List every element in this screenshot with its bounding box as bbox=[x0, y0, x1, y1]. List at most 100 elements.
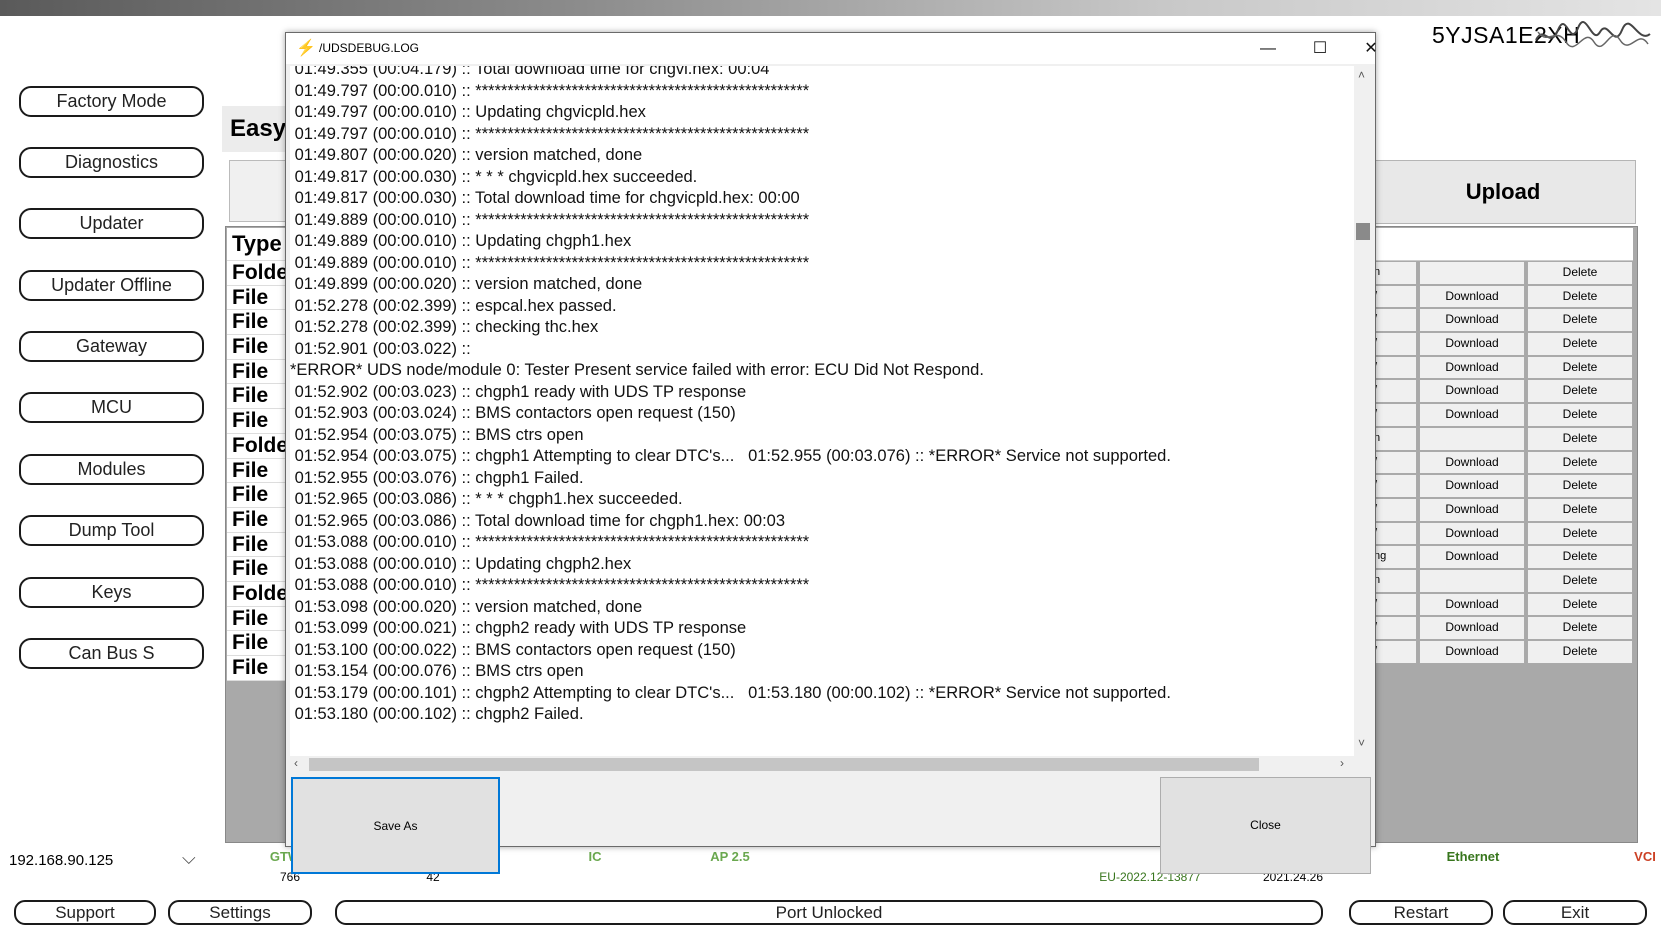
sidebar-item-factory-mode[interactable]: Factory Mode bbox=[19, 86, 204, 117]
port-status-button[interactable]: Port Unlocked bbox=[335, 900, 1323, 925]
chevron-down-icon[interactable]: ⌵ bbox=[182, 848, 196, 869]
log-textarea[interactable]: 01:49.355 (00:04.179) :: Total download … bbox=[290, 66, 1355, 756]
type-cell[interactable]: File bbox=[227, 532, 287, 558]
sidebar-item-dump-tool[interactable]: Dump Tool bbox=[19, 515, 204, 546]
type-cell[interactable]: File bbox=[227, 656, 287, 681]
download-button[interactable]: Download bbox=[1419, 474, 1525, 498]
status-cell: / bbox=[1373, 403, 1417, 427]
upload-button[interactable]: Upload bbox=[1370, 160, 1636, 224]
maximize-icon[interactable]: ☐ bbox=[1298, 37, 1342, 61]
status-cell: / bbox=[1373, 332, 1417, 356]
scroll-right-icon[interactable]: › bbox=[1340, 756, 1344, 770]
type-cell[interactable]: File bbox=[227, 384, 287, 410]
delete-button[interactable]: Delete bbox=[1527, 474, 1633, 498]
sidebar-item-diagnostics[interactable]: Diagnostics bbox=[19, 147, 204, 178]
log-line: 01:52.954 (00:03.075) :: BMS ctrs open bbox=[290, 425, 584, 444]
type-cell[interactable]: File bbox=[227, 631, 287, 656]
toolbar-button[interactable] bbox=[229, 160, 291, 222]
type-cell[interactable]: Folde bbox=[227, 581, 287, 607]
scroll-down-icon[interactable]: ˅ bbox=[1358, 736, 1365, 750]
log-line: 01:53.088 (00:00.010) :: ***************… bbox=[290, 576, 810, 594]
vertical-scrollbar[interactable]: ˄ ˅ bbox=[1354, 66, 1371, 756]
status-cell: n bbox=[1373, 261, 1417, 285]
action-columns: nDelete/DownloadDelete/DownloadDelete/Do… bbox=[1373, 228, 1633, 664]
support-button[interactable]: Support bbox=[14, 900, 156, 925]
delete-button[interactable]: Delete bbox=[1527, 592, 1633, 617]
type-column: Type Folde File File File File File File Folde F… bbox=[227, 228, 287, 681]
horizontal-scrollbar[interactable]: ‹ › bbox=[290, 756, 1354, 772]
delete-button[interactable]: Delete bbox=[1527, 616, 1633, 640]
sidebar-item-keys[interactable]: Keys bbox=[19, 577, 204, 608]
type-cell[interactable]: File bbox=[227, 507, 287, 533]
sidebar-item-mcu[interactable]: MCU bbox=[19, 392, 204, 423]
download-button[interactable]: Download bbox=[1419, 450, 1525, 475]
download-button[interactable]: Download bbox=[1419, 379, 1525, 404]
delete-button[interactable]: Delete bbox=[1527, 568, 1633, 593]
status-cell: / bbox=[1373, 284, 1417, 309]
sidebar-item-updater-offline[interactable]: Updater Offline bbox=[19, 270, 204, 301]
type-cell[interactable]: File bbox=[227, 606, 287, 632]
save-as-button[interactable]: Save As bbox=[291, 777, 500, 874]
type-cell[interactable]: File bbox=[227, 285, 287, 311]
delete-button[interactable]: Delete bbox=[1527, 497, 1633, 522]
ip-address-select[interactable]: 192.168.90.125 bbox=[9, 852, 113, 869]
exit-button[interactable]: Exit bbox=[1503, 900, 1647, 925]
download-button[interactable] bbox=[1419, 568, 1525, 593]
delete-button[interactable]: Delete bbox=[1527, 640, 1633, 664]
download-button[interactable]: Download bbox=[1419, 284, 1525, 309]
type-cell[interactable]: File bbox=[227, 335, 287, 360]
download-button[interactable] bbox=[1419, 426, 1525, 451]
close-button[interactable]: Close bbox=[1160, 777, 1371, 874]
delete-button[interactable]: Delete bbox=[1527, 284, 1633, 309]
type-cell[interactable]: File bbox=[227, 359, 287, 385]
delete-button[interactable]: Delete bbox=[1527, 261, 1633, 285]
download-button[interactable]: Download bbox=[1419, 592, 1525, 617]
delete-button[interactable]: Delete bbox=[1527, 308, 1633, 333]
delete-button[interactable]: Delete bbox=[1527, 521, 1633, 546]
type-cell[interactable]: Folde bbox=[227, 433, 287, 459]
download-button[interactable]: Download bbox=[1419, 545, 1525, 569]
delete-button[interactable]: Delete bbox=[1527, 545, 1633, 569]
status-cell: / bbox=[1373, 450, 1417, 475]
delete-button[interactable]: Delete bbox=[1527, 332, 1633, 356]
status-label: AP 2.5 bbox=[710, 849, 750, 864]
restart-button[interactable]: Restart bbox=[1349, 900, 1493, 925]
type-cell[interactable]: File bbox=[227, 409, 287, 434]
type-cell[interactable]: File bbox=[227, 483, 287, 508]
delete-button[interactable]: Delete bbox=[1527, 426, 1633, 451]
download-button[interactable]: Download bbox=[1419, 332, 1525, 356]
sidebar-item-gateway[interactable]: Gateway bbox=[19, 331, 204, 362]
settings-button[interactable]: Settings bbox=[168, 900, 312, 925]
dialog-titlebar[interactable]: ⚡ /UDSDEBUG.LOG — ☐ ✕ bbox=[286, 33, 1378, 64]
top-gradient-bar bbox=[0, 0, 1661, 16]
download-button[interactable]: Download bbox=[1419, 403, 1525, 427]
log-line: 01:52.903 (00:03.024) :: BMS contactors … bbox=[290, 404, 736, 422]
download-button[interactable]: Download bbox=[1419, 640, 1525, 664]
close-icon[interactable]: ✕ bbox=[1349, 37, 1393, 61]
download-button[interactable] bbox=[1419, 261, 1525, 285]
type-cell[interactable]: Folde bbox=[227, 261, 287, 286]
scroll-left-icon[interactable]: ‹ bbox=[294, 756, 298, 770]
type-cell[interactable]: File bbox=[227, 557, 287, 582]
vertical-scroll-thumb[interactable] bbox=[1356, 223, 1370, 240]
download-button[interactable]: Download bbox=[1419, 521, 1525, 546]
table-row: /DownloadDelete bbox=[1373, 592, 1633, 617]
sidebar-item-updater[interactable]: Updater bbox=[19, 208, 204, 239]
delete-button[interactable]: Delete bbox=[1527, 450, 1633, 475]
log-line: 01:53.179 (00:00.101) :: chgph2 Attempti… bbox=[290, 683, 1171, 702]
horizontal-scroll-thumb[interactable] bbox=[309, 758, 1259, 771]
delete-button[interactable]: Delete bbox=[1527, 379, 1633, 404]
sidebar-item-can-bus-s[interactable]: Can Bus S bbox=[19, 638, 204, 669]
delete-button[interactable]: Delete bbox=[1527, 403, 1633, 427]
log-line: 01:49.797 (00:00.010) :: ***************… bbox=[290, 81, 810, 100]
download-button[interactable]: Download bbox=[1419, 616, 1525, 640]
scroll-up-icon[interactable]: ˄ bbox=[1358, 68, 1365, 82]
type-cell[interactable]: File bbox=[227, 458, 287, 484]
delete-button[interactable]: Delete bbox=[1527, 355, 1633, 380]
download-button[interactable]: Download bbox=[1419, 355, 1525, 380]
download-button[interactable]: Download bbox=[1419, 308, 1525, 333]
sidebar-item-modules[interactable]: Modules bbox=[19, 454, 204, 485]
download-button[interactable]: Download bbox=[1419, 497, 1525, 522]
type-cell[interactable]: File bbox=[227, 310, 287, 336]
minimize-icon[interactable]: — bbox=[1246, 37, 1290, 61]
